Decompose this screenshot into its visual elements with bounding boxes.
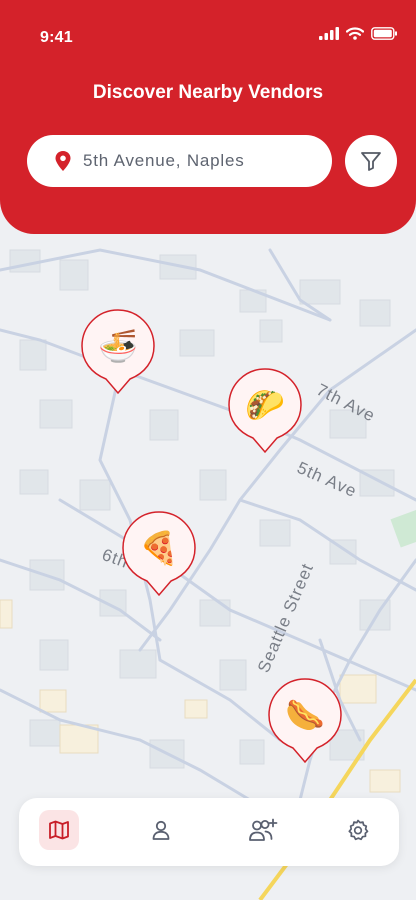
taco-vendor-marker[interactable]: 🌮 [228,368,306,456]
pizza-icon: 🍕 [139,530,179,566]
settings-icon [348,819,369,841]
nav-settings[interactable] [338,810,378,850]
nav-add-friends[interactable] [243,810,283,850]
noodles-vendor-marker[interactable]: 🍜 [81,309,159,397]
nav-map[interactable] [39,810,79,850]
add-friends-icon [249,818,278,841]
hotdog-vendor-marker[interactable]: 🌭 [268,678,346,766]
filter-button[interactable] [345,135,397,187]
filter-icon [361,152,381,171]
user-icon [152,820,170,840]
status-time: 9:41 [40,29,73,46]
map-icon [49,820,69,840]
nav-profile[interactable] [141,810,181,850]
noodles-icon: 🍜 [98,328,138,364]
location-pin-icon [55,151,71,171]
search-input-value[interactable]: 5th Avenue, Naples [83,151,245,171]
status-icons [319,27,398,40]
wifi-icon [346,27,364,40]
hotdog-icon: 🌭 [285,697,325,733]
header: 9:41 Discover Nearby Vendors 5th Avenue,… [0,0,416,234]
page-title: Discover Nearby Vendors [92,82,324,103]
battery-icon [371,27,397,40]
location-search-input[interactable]: 5th Avenue, Naples [27,135,332,187]
taco-icon: 🌮 [245,387,285,423]
signal-icon [319,27,339,40]
bottom-nav [19,798,399,866]
pizza-vendor-marker[interactable]: 🍕 [122,511,200,599]
